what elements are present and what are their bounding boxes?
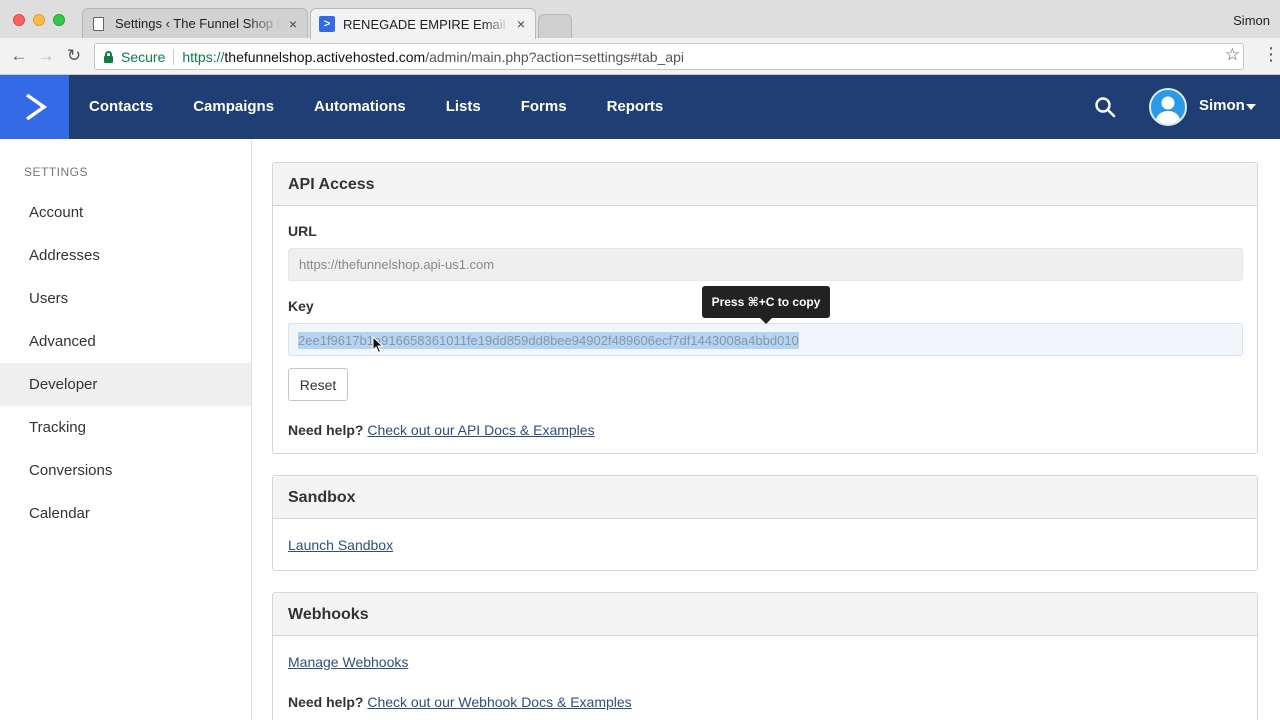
sidebar-item-developer[interactable]: Developer <box>0 363 251 406</box>
panel-title: API Access <box>273 163 1257 206</box>
close-window-button[interactable] <box>13 14 25 26</box>
webhook-help-line: Need help? Check out our Webhook Docs & … <box>288 694 632 710</box>
minimize-window-button[interactable] <box>33 14 45 26</box>
reset-button[interactable]: Reset <box>288 368 348 401</box>
new-tab-button[interactable] <box>538 14 572 38</box>
sidebar-item-addresses[interactable]: Addresses <box>0 234 251 277</box>
tab-title: RENEGADE EMPIRE Email Marketing <box>343 16 509 32</box>
help-prefix: Need help? <box>288 694 364 710</box>
avatar[interactable] <box>1149 88 1187 126</box>
user-silhouette-icon <box>1155 96 1181 124</box>
browser-titlebar: Settings ‹ The Funnel Shop Design × > RE… <box>0 0 1280 39</box>
webhook-docs-link[interactable]: Check out our Webhook Docs & Examples <box>367 694 631 710</box>
tab-title: Settings ‹ The Funnel Shop Design <box>115 16 281 31</box>
browser-menu-icon[interactable]: ⋮ <box>1262 44 1280 65</box>
page-icon <box>93 16 104 31</box>
user-menu-name[interactable]: Simon <box>1199 97 1245 114</box>
url-text: https://thefunnelshop.activehosted.com/a… <box>182 49 684 65</box>
browser-profile-name[interactable]: Simon <box>1233 13 1270 28</box>
url-host: thefunnelshop.activehosted.com <box>224 48 426 65</box>
sidebar-list: Account Addresses Users Advanced Develop… <box>0 191 251 535</box>
api-help-line: Need help? Check out our API Docs & Exam… <box>288 422 595 438</box>
panel-title: Sandbox <box>273 476 1257 519</box>
nav-contacts[interactable]: Contacts <box>69 75 173 139</box>
tab-close-icon[interactable]: × <box>515 16 527 32</box>
settings-sidebar: SETTINGS Account Addresses Users Advance… <box>0 139 252 720</box>
reload-icon[interactable]: ↻ <box>64 46 84 66</box>
sidebar-item-advanced[interactable]: Advanced <box>0 320 251 363</box>
logo-chevron-icon <box>25 93 47 121</box>
nav-campaigns[interactable]: Campaigns <box>173 75 294 139</box>
url-path: /admin/main.php?action=settings#tab_api <box>425 48 684 65</box>
address-bar[interactable]: Secure https://thefunnelshop.activehoste… <box>94 43 1244 70</box>
divider <box>173 48 175 65</box>
url-scheme: https:// <box>182 48 225 65</box>
secure-label: Secure <box>121 48 166 65</box>
nav-forms[interactable]: Forms <box>501 75 587 139</box>
app-navbar: Contacts Campaigns Automations Lists For… <box>0 75 1280 139</box>
forward-arrow-icon[interactable]: → <box>36 46 56 66</box>
nav-reports[interactable]: Reports <box>587 75 684 139</box>
sidebar-item-calendar[interactable]: Calendar <box>0 492 251 535</box>
activecampaign-logo-icon[interactable] <box>0 75 69 139</box>
mouse-cursor-icon <box>372 336 384 354</box>
bookmark-star-icon[interactable]: ☆ <box>1225 45 1240 65</box>
api-url-field[interactable] <box>288 248 1243 281</box>
manage-webhooks-link[interactable]: Manage Webhooks <box>288 654 408 670</box>
panel-title: Webhooks <box>273 593 1257 636</box>
lock-icon <box>103 50 115 64</box>
main-menu: Contacts Campaigns Automations Lists For… <box>69 75 683 139</box>
sidebar-item-conversions[interactable]: Conversions <box>0 449 251 492</box>
activecampaign-favicon-icon: > <box>319 16 335 32</box>
sidebar-item-account[interactable]: Account <box>0 191 251 234</box>
browser-tab-renegade[interactable]: > RENEGADE EMPIRE Email Marketing × <box>310 8 536 39</box>
zoom-window-button[interactable] <box>53 14 65 26</box>
search-icon[interactable] <box>1094 96 1116 118</box>
back-arrow-icon[interactable]: ← <box>9 46 29 66</box>
nav-lists[interactable]: Lists <box>426 75 501 139</box>
sidebar-item-users[interactable]: Users <box>0 277 251 320</box>
help-prefix: Need help? <box>288 422 364 438</box>
copy-tooltip: Press ⌘+C to copy <box>702 286 830 324</box>
webhooks-panel: Webhooks Manage Webhooks Need help? Chec… <box>272 592 1258 720</box>
url-label: URL <box>288 223 317 239</box>
browser-tab-settings[interactable]: Settings ‹ The Funnel Shop Design × <box>82 8 308 38</box>
nav-automations[interactable]: Automations <box>294 75 426 139</box>
chevron-down-icon[interactable] <box>1246 104 1256 110</box>
api-docs-link[interactable]: Check out our API Docs & Examples <box>367 422 594 438</box>
tab-close-icon[interactable]: × <box>287 16 299 32</box>
sidebar-item-tracking[interactable]: Tracking <box>0 406 251 449</box>
sidebar-heading: SETTINGS <box>24 165 89 179</box>
sandbox-panel: Sandbox Launch Sandbox <box>272 475 1258 571</box>
browser-toolbar: ← → ↻ Secure https://thefunnelshop.activ… <box>0 38 1280 75</box>
key-label: Key <box>288 298 314 314</box>
launch-sandbox-link[interactable]: Launch Sandbox <box>288 537 393 553</box>
